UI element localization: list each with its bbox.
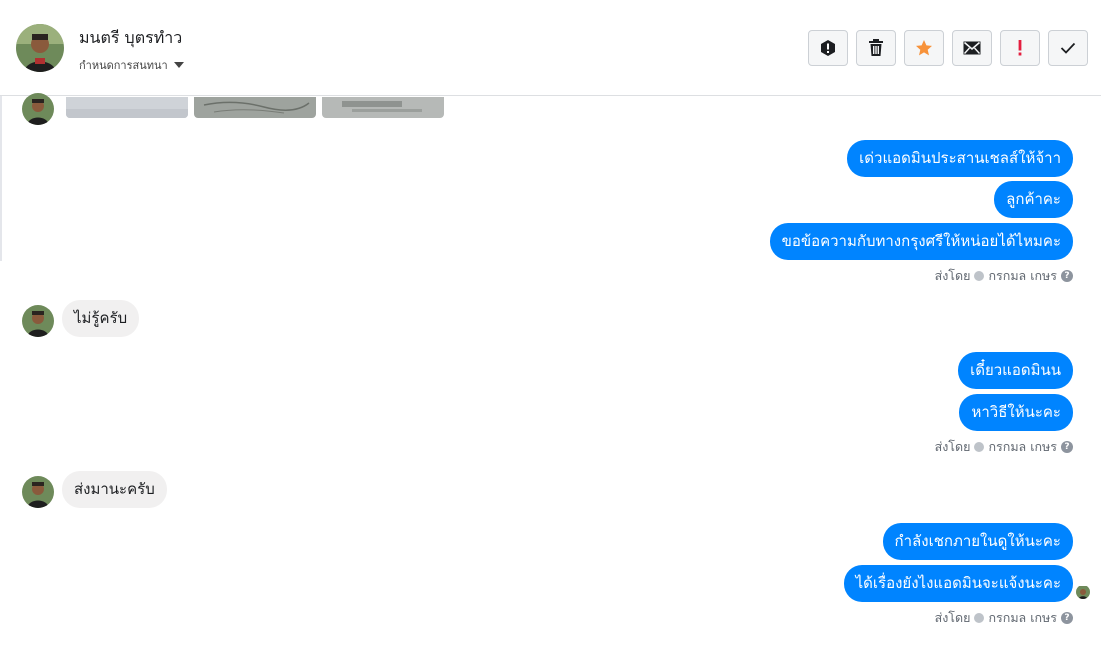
outgoing-message[interactable]: ลูกค้าคะ <box>994 181 1073 218</box>
seen-by-avatar <box>1076 585 1090 599</box>
assign-conversation-dropdown[interactable]: กำหนดการสนทนา <box>79 56 184 74</box>
mark-spam-button[interactable] <box>808 30 848 66</box>
delete-button[interactable] <box>856 30 896 66</box>
sent-by-label: ส่งโดย <box>934 439 971 454</box>
message-thread[interactable]: เด่วแอดมินประสานเชลส์ให้จ้าา ลูกค้าคะ ขอ… <box>0 93 1101 646</box>
sent-by-agent[interactable]: กรกมล เกษร <box>988 437 1057 457</box>
envelope-icon <box>963 41 981 55</box>
sent-by-agent[interactable]: กรกมล เกษร <box>988 608 1057 628</box>
sent-by-info: ส่งโดย กรกมล เกษร ? <box>935 437 1073 457</box>
attached-image-thumbnail[interactable] <box>194 97 316 118</box>
contact-small-avatar <box>22 305 54 337</box>
conversation-header: มนตรี บุตรทำว กำหนดการสนทนา <box>0 0 1101 96</box>
contact-name: มนตรี บุตรทำว <box>79 28 183 47</box>
attached-image-thumbnail[interactable] <box>322 97 444 118</box>
star-icon <box>916 40 932 56</box>
sent-by-info: ส่งโดย กรกมล เกษร ? <box>935 266 1073 286</box>
attached-image-thumbnail[interactable] <box>66 97 188 118</box>
exclamation-circle-icon <box>821 40 835 56</box>
help-icon[interactable]: ? <box>1061 612 1073 624</box>
incoming-message[interactable]: ไม่รู้ครับ <box>62 300 140 337</box>
exclamation-icon <box>1018 40 1022 56</box>
caret-down-icon <box>173 62 184 68</box>
sent-by-label: ส่งโดย <box>934 268 971 283</box>
star-button[interactable] <box>904 30 944 66</box>
incoming-message[interactable]: ส่งมานะครับ <box>62 471 167 508</box>
follow-up-button[interactable] <box>1000 30 1040 66</box>
sent-by-info: ส่งโดย กรกมล เกษร ? <box>935 608 1073 628</box>
outgoing-message[interactable]: เดี๋ยวแอดมินน <box>958 352 1073 389</box>
contact-small-avatar <box>22 93 54 125</box>
help-icon[interactable]: ? <box>1061 270 1073 282</box>
contact-small-avatar <box>22 476 54 508</box>
outgoing-message[interactable]: ขอข้อความกับทางกรุงศรีให้หน่อยได้ไหมคะ <box>769 223 1073 260</box>
help-icon[interactable]: ? <box>1061 441 1073 453</box>
agent-status-icon <box>974 442 985 452</box>
assign-label: กำหนดการสนทนา <box>79 59 168 72</box>
outgoing-message[interactable]: เด่วแอดมินประสานเชลส์ให้จ้าา <box>847 140 1073 177</box>
outgoing-message[interactable]: ได้เรื่องยังไงแอดมินจะแจ้งนะคะ <box>843 565 1073 602</box>
outgoing-message[interactable]: กำลังเชกภายในดูให้นะคะ <box>882 523 1073 560</box>
agent-status-icon <box>974 271 985 281</box>
trash-icon <box>869 39 883 56</box>
check-icon <box>1060 42 1076 54</box>
sent-by-label: ส่งโดย <box>934 610 971 625</box>
contact-avatar[interactable] <box>16 24 64 72</box>
agent-status-icon <box>974 613 985 623</box>
mark-unread-button[interactable] <box>952 30 992 66</box>
conversation-actions <box>808 30 1088 66</box>
outgoing-message[interactable]: หาวิธีให้นะคะ <box>959 394 1073 431</box>
mark-done-button[interactable] <box>1048 30 1088 66</box>
sent-by-agent[interactable]: กรกมล เกษร <box>988 266 1057 286</box>
